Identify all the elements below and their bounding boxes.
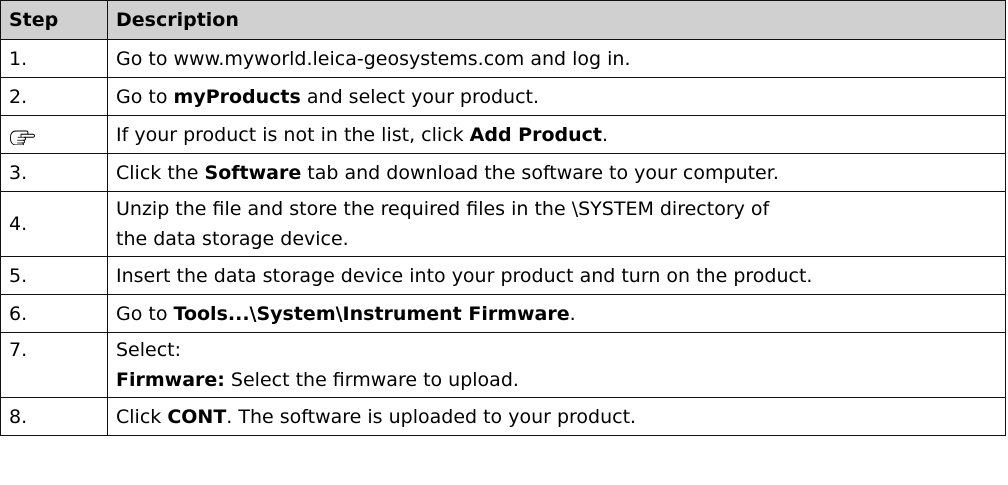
step-number: 5. <box>0 256 108 295</box>
description-line: Unzip the file and store the required fi… <box>116 198 770 220</box>
menu-reference: Software <box>204 161 302 184</box>
description-text: . <box>569 302 576 325</box>
step-column-header: Step <box>0 0 108 40</box>
table-row: 2. Go to myProducts and select your prod… <box>0 77 1006 116</box>
step-number: 8. <box>0 397 108 436</box>
description-line: the data storage device. <box>116 228 349 250</box>
description-line: Firmware: Select the firmware to upload. <box>116 365 997 395</box>
step-description: If your product is not in the list, clic… <box>107 115 1006 154</box>
table-row: 8. Click CONT. The software is uploaded … <box>0 397 1006 436</box>
step-description: Click the Software tab and download the … <box>107 153 1006 192</box>
step-number: 2. <box>0 77 108 116</box>
key-reference: CONT <box>167 405 227 428</box>
description-text: Select the firmware to upload. <box>224 369 519 391</box>
menu-reference: Add Product <box>469 123 602 146</box>
step-number: 4. <box>0 191 108 257</box>
field-label: Firmware: <box>116 369 225 391</box>
description-text: Insert the data storage device into your… <box>116 264 813 287</box>
pointing-hand-icon <box>10 130 35 145</box>
steps-table: Step Description 1. Go to www.myworld.le… <box>0 0 1006 436</box>
step-description: Go to Tools...\System\Instrument Firmwar… <box>107 294 1006 333</box>
description-text: Go to <box>116 85 174 108</box>
table-row: 1. Go to www.myworld.leica-geosystems.co… <box>0 39 1006 78</box>
step-description: Click CONT. The software is uploaded to … <box>107 397 1006 436</box>
description-line: Select: <box>116 339 182 361</box>
step-description: Go to myProducts and select your product… <box>107 77 1006 116</box>
step-description: Select: Firmware: Select the firmware to… <box>107 332 1006 398</box>
step-note-cell <box>0 115 108 154</box>
description-text: If your product is not in the list, clic… <box>116 123 470 146</box>
description-text: Click the <box>116 161 205 184</box>
table-row: 4. Unzip the file and store the required… <box>0 191 1006 257</box>
menu-path: Tools...\System\Instrument Firmware <box>173 302 570 325</box>
step-number: 7. <box>0 332 108 398</box>
description-text: Click <box>116 405 168 428</box>
description-column-header: Description <box>107 0 1006 40</box>
description-text: tab and download the software to your co… <box>301 161 779 184</box>
description-text: and select your product. <box>300 85 540 108</box>
table-row: 6. Go to Tools...\System\Instrument Firm… <box>0 294 1006 333</box>
step-description: Insert the data storage device into your… <box>107 256 1006 295</box>
step-number: 6. <box>0 294 108 333</box>
description-text: Go to www.myworld.leica-geosystems.com a… <box>116 47 631 70</box>
step-description: Go to www.myworld.leica-geosystems.com a… <box>107 39 1006 78</box>
description-text: . <box>602 123 609 146</box>
table-row: 3. Click the Software tab and download t… <box>0 153 1006 192</box>
menu-reference: myProducts <box>173 85 301 108</box>
description-text: Go to <box>116 302 174 325</box>
description-text: . The software is uploaded to your produ… <box>226 405 637 428</box>
step-number: 1. <box>0 39 108 78</box>
table-header-row: Step Description <box>0 0 1006 40</box>
step-number: 3. <box>0 153 108 192</box>
table-row: If your product is not in the list, clic… <box>0 115 1006 154</box>
step-description: Unzip the file and store the required fi… <box>107 191 1006 257</box>
table-row: 7. Select: Firmware: Select the firmware… <box>0 332 1006 398</box>
table-row: 5. Insert the data storage device into y… <box>0 256 1006 295</box>
